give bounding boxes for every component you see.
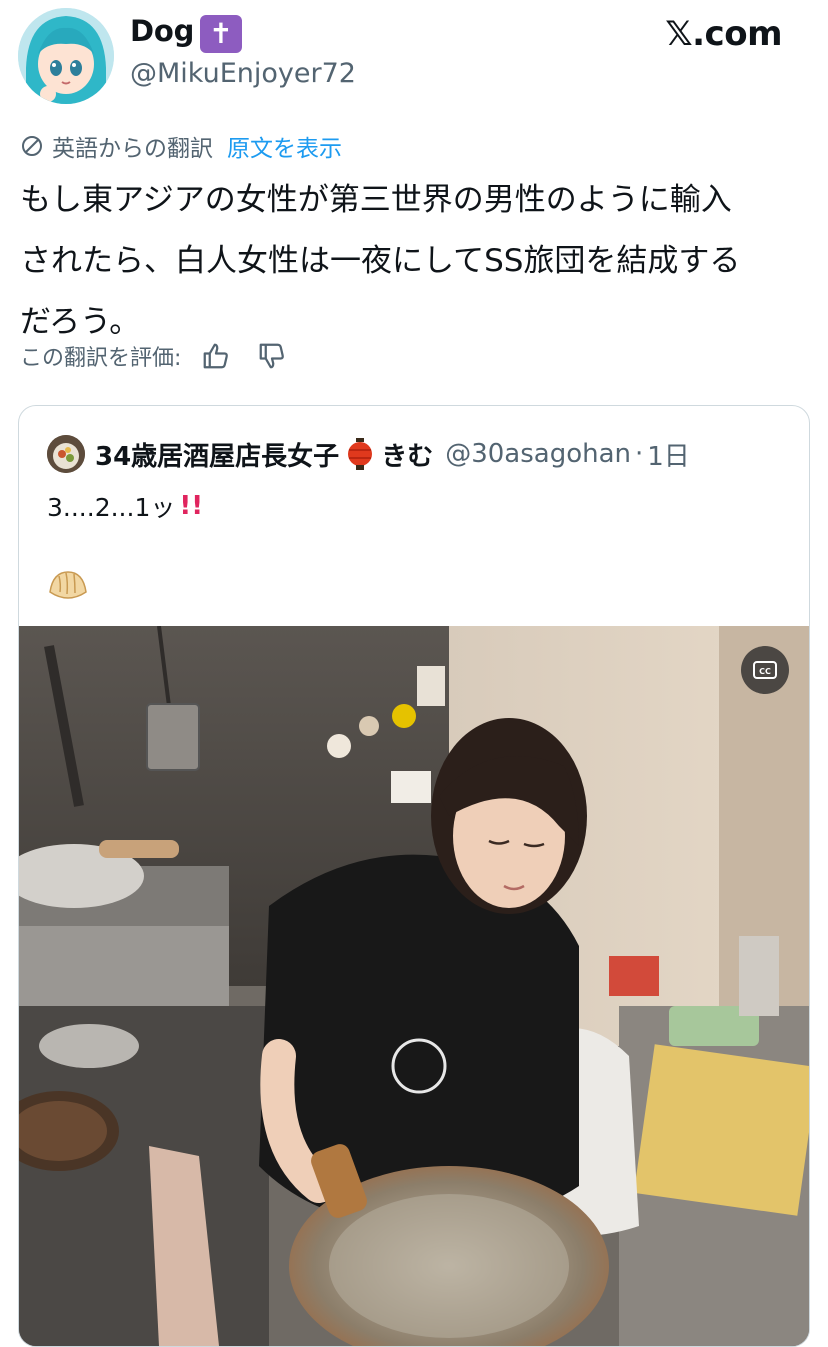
globe-icon — [22, 136, 42, 156]
captions-label: CC — [759, 667, 771, 676]
quoted-video[interactable]: CC — [19, 626, 809, 1346]
translation-label: 英語からの翻訳 — [52, 136, 213, 162]
quoted-author-handle[interactable]: @30asagohan — [445, 439, 631, 469]
quoted-author-name-suffix[interactable]: きむ — [381, 436, 433, 473]
translation-row: 英語からの翻訳 原文を表示 — [20, 129, 342, 163]
rate-translation-row: この翻訳を評価: — [20, 338, 287, 374]
quoted-author-name[interactable]: 34歳居酒屋店長女子 — [95, 436, 339, 473]
site-logo: 𝕏.com — [665, 14, 782, 54]
author-display-name[interactable]: Dog — [130, 14, 194, 48]
quoted-tweet-text: 3....2...1ッ !! — [47, 488, 203, 524]
rate-translation-label: この翻訳を評価: — [20, 346, 182, 371]
dumpling-icon — [49, 571, 87, 599]
thumbs-up-icon[interactable] — [201, 341, 231, 371]
show-original-link[interactable]: 原文を表示 — [227, 129, 342, 163]
author-handle[interactable]: @MikuEnjoyer72 — [130, 58, 356, 89]
thumbs-down-icon[interactable] — [257, 341, 287, 371]
quoted-text-content: 3....2...1ッ — [47, 493, 176, 522]
lantern-icon — [348, 438, 373, 470]
separator-dot: · — [635, 439, 644, 469]
captions-button[interactable]: CC — [741, 646, 789, 694]
tweet-header: Dog ✝ @MikuEnjoyer72 𝕏.com — [0, 0, 828, 110]
video-frame — [19, 626, 809, 1346]
quoted-tweet-header: 34歳居酒屋店長女子 きむ @30asagohan · 1日 — [47, 434, 690, 474]
quoted-author-avatar[interactable] — [47, 435, 85, 473]
tweet-text: もし東アジアの女性が第三世界の男性のように輸入 されたら、白人女性は一夜にしてS… — [20, 182, 741, 340]
double-exclamation-icon: !! — [179, 491, 204, 521]
cross-badge-icon: ✝ — [200, 15, 242, 53]
captions-icon: CC — [753, 661, 777, 679]
author-avatar[interactable] — [18, 8, 114, 104]
quoted-timestamp[interactable]: 1日 — [647, 436, 690, 473]
quoted-tweet-card[interactable]: 34歳居酒屋店長女子 きむ @30asagohan · 1日 3....2...… — [18, 405, 810, 1347]
